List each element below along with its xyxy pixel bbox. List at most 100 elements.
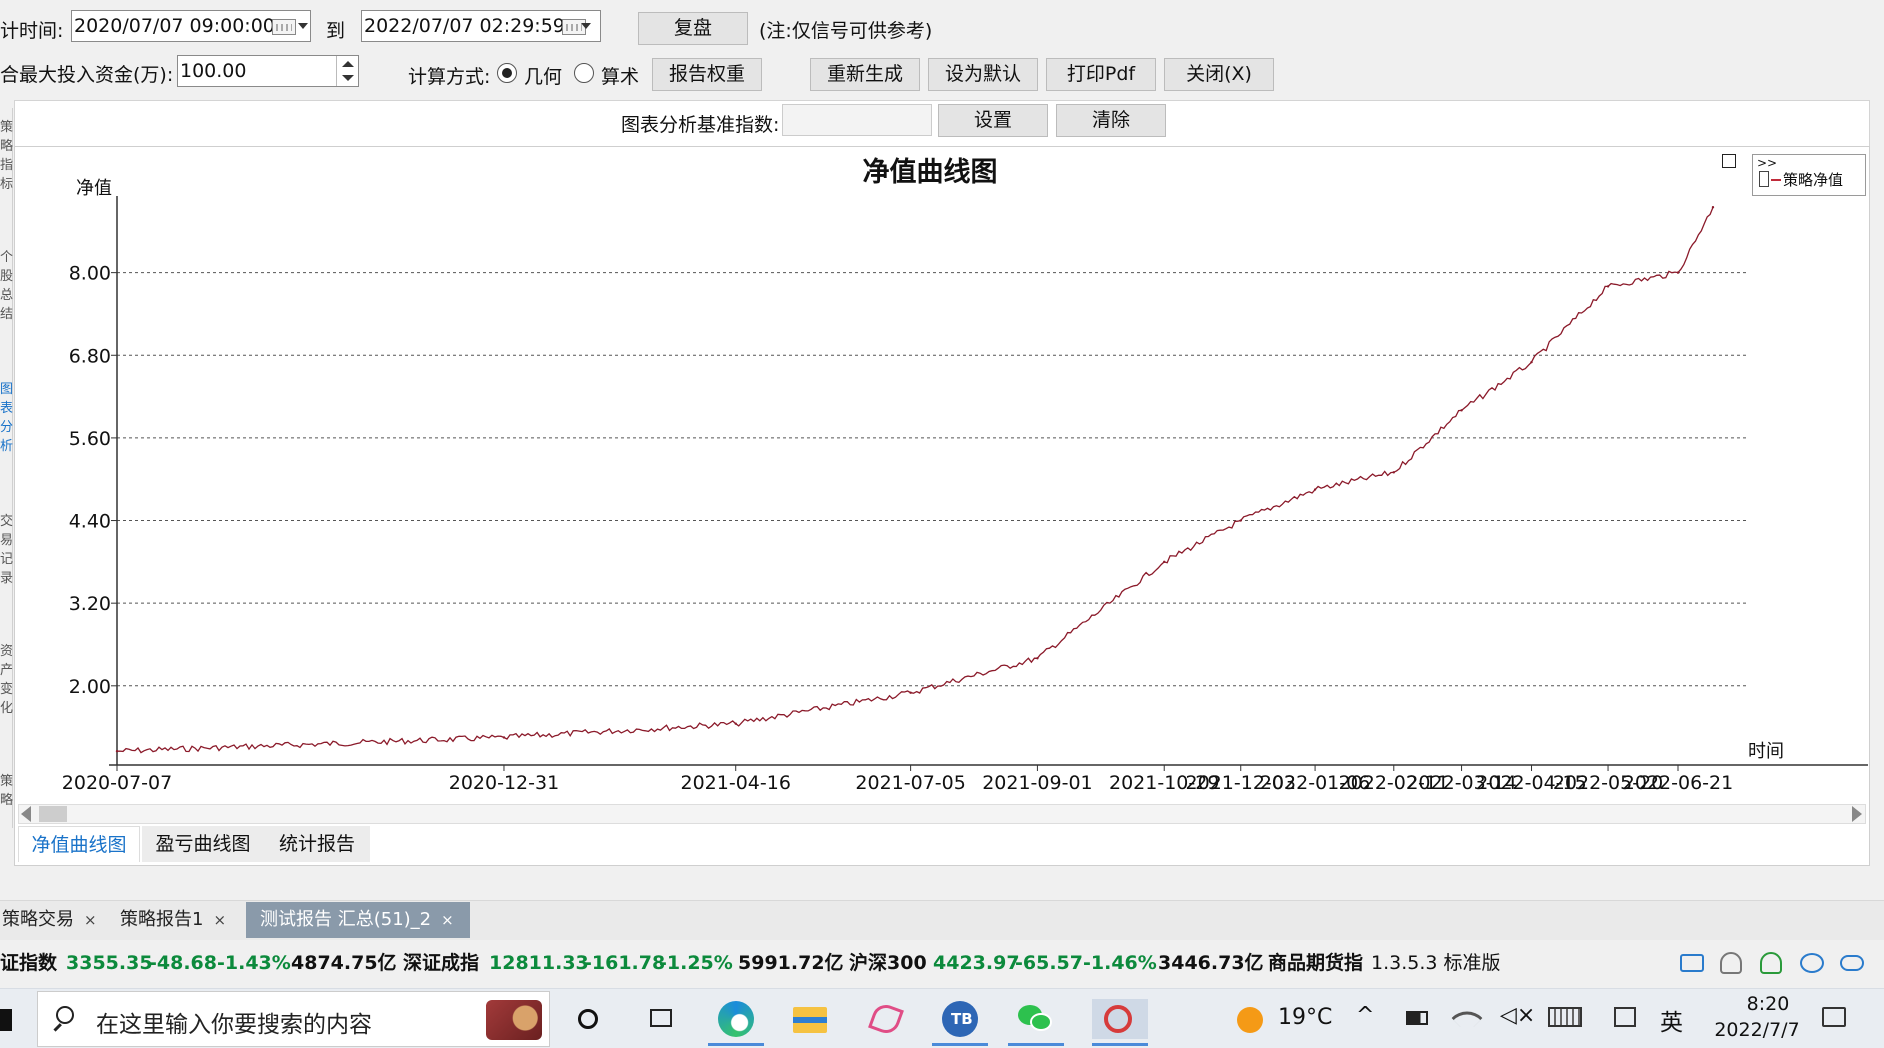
- close-icon[interactable]: ×: [441, 911, 454, 929]
- strategy-app-icon[interactable]: [1092, 999, 1148, 1039]
- ticker-amount: 4874.75亿: [291, 952, 397, 974]
- user-alert-icon[interactable]: [1720, 952, 1742, 974]
- close-button[interactable]: 关闭(X): [1164, 58, 1274, 91]
- version-text: 1.3.5.3 标准版: [1371, 952, 1501, 974]
- calendar-icon[interactable]: [272, 19, 296, 35]
- stepper-up-icon[interactable]: [342, 61, 354, 67]
- bottom-tab-strategy-report[interactable]: 策略报告1 ×: [118, 902, 242, 938]
- sidebar-item-strategy[interactable]: 策略: [0, 772, 13, 810]
- radio-arithmetic-label[interactable]: 算术: [601, 62, 639, 89]
- radio-arithmetic[interactable]: [574, 63, 594, 83]
- tab-net-value-chart[interactable]: 净值曲线图: [18, 826, 140, 862]
- ticker-name: 证指数: [0, 952, 58, 974]
- set-button[interactable]: 设置: [938, 104, 1048, 137]
- replay-button[interactable]: 复盘: [638, 12, 748, 45]
- search-icon: [56, 1006, 74, 1024]
- chevron-up-icon[interactable]: ^: [1356, 1003, 1374, 1028]
- chart-panel: [14, 146, 1870, 866]
- start-time-value: 2020/07/07 09:00:00: [74, 15, 275, 37]
- sidebar-item-chart-analysis[interactable]: 图表分析: [0, 380, 13, 456]
- task-view-icon[interactable]: [642, 999, 682, 1039]
- max-capital-input[interactable]: 100.00: [177, 55, 359, 87]
- maximize-chart-icon[interactable]: [1722, 154, 1736, 168]
- weather-sun-icon[interactable]: [1237, 1007, 1263, 1033]
- app-pinwheel-icon[interactable]: [866, 999, 906, 1039]
- volume-muted-icon[interactable]: ◁×: [1500, 1003, 1535, 1028]
- cortana-icon[interactable]: [568, 999, 608, 1039]
- to-label: 到: [326, 20, 346, 42]
- sidebar-item-stock-summary[interactable]: 个股总结: [0, 248, 13, 324]
- end-time-value: 2022/07/07 02:29:59: [364, 15, 565, 37]
- left-vertical-sidebar: 策略指标 个股总结 图表分析 交易记录 资产变化 策略: [0, 108, 13, 828]
- benchmark-label: 图表分析基准指数:: [621, 114, 780, 136]
- taskbar-search-box[interactable]: 在这里输入你要搜索的内容: [37, 991, 550, 1047]
- legend-series-line-icon: [1771, 179, 1781, 181]
- max-capital-value: 100.00: [180, 60, 247, 82]
- keyboard-icon[interactable]: [1548, 1007, 1582, 1027]
- legend-checkbox-icon[interactable]: [1759, 171, 1769, 187]
- ticker-price: 12811.33: [489, 952, 589, 974]
- search-icon-handle: [53, 1023, 62, 1032]
- edge-icon[interactable]: [716, 999, 756, 1039]
- scroll-left-icon[interactable]: [21, 806, 31, 822]
- cloud-icon[interactable]: [1840, 955, 1864, 971]
- strategy-app-indicator: [1092, 1043, 1148, 1046]
- note-text: (注:仅信号可供参考): [759, 20, 933, 42]
- battery-icon[interactable]: [1406, 1011, 1428, 1025]
- weather-temp[interactable]: 19°C: [1278, 1005, 1332, 1030]
- tablet-icon[interactable]: [1614, 1007, 1636, 1027]
- clear-button[interactable]: 清除: [1056, 104, 1166, 137]
- chevron-down-icon[interactable]: [298, 23, 308, 29]
- ticker-pct: -1.46%: [1083, 952, 1157, 974]
- start-icon[interactable]: [0, 1009, 12, 1031]
- capital-stepper[interactable]: [336, 56, 358, 86]
- chart-scrollbar[interactable]: [18, 804, 1866, 824]
- trading-app-icon[interactable]: TB: [940, 999, 980, 1039]
- stepper-down-icon[interactable]: [342, 75, 354, 81]
- benchmark-input[interactable]: [782, 104, 932, 136]
- report-weight-button[interactable]: 报告权重: [652, 58, 762, 91]
- news-icon[interactable]: [1680, 954, 1704, 972]
- ticker-change: -65.57: [1015, 952, 1083, 974]
- legend-expand-icon[interactable]: >>: [1757, 157, 1777, 169]
- user-add-icon[interactable]: [1760, 952, 1782, 974]
- bottom-tab-test-report[interactable]: 测试报告 汇总(51)_2 ×: [246, 902, 470, 938]
- windows-taskbar: 在这里输入你要搜索的内容 TB 19°C ^ ◁× 英 8:20 2022/7/…: [0, 988, 1884, 1048]
- ticker-pct: -1.43%: [217, 952, 291, 974]
- wifi-icon[interactable]: [1451, 1002, 1483, 1034]
- close-icon[interactable]: ×: [84, 911, 97, 929]
- clock-time[interactable]: 8:20: [1728, 993, 1808, 1015]
- radio-geometric-label[interactable]: 几何: [524, 62, 562, 89]
- chevron-down-icon[interactable]: [581, 23, 591, 29]
- ticker-price: 3355.35: [66, 952, 153, 974]
- chart-legend: >> 策略净值: [1752, 154, 1866, 196]
- file-explorer-icon[interactable]: [790, 999, 830, 1039]
- scroll-thumb[interactable]: [39, 806, 67, 822]
- sidebar-item-trade-record[interactable]: 交易记录: [0, 512, 13, 588]
- ime-indicator[interactable]: 英: [1660, 1003, 1683, 1037]
- ticker-amount: 5991.72亿: [738, 952, 844, 974]
- sidebar-item-asset-change[interactable]: 资产变化: [0, 642, 13, 718]
- sidebar-item-strategy-index[interactable]: 策略指标: [0, 118, 13, 194]
- print-pdf-button[interactable]: 打印Pdf: [1046, 58, 1156, 91]
- clock-date[interactable]: 2022/7/7: [1702, 1019, 1812, 1041]
- market-ticker: 证指数 3355.35 -48.68 -1.43% 4874.75亿 深证成指 …: [0, 946, 1884, 980]
- radio-geometric[interactable]: [497, 63, 517, 83]
- scroll-right-icon[interactable]: [1852, 806, 1862, 822]
- bottom-tab-strategy-trade[interactable]: 策略交易 ×: [0, 902, 108, 938]
- regenerate-button[interactable]: 重新生成: [810, 58, 920, 91]
- tab-statistics-report[interactable]: 统计报告: [264, 826, 370, 862]
- wechat-icon[interactable]: [1016, 999, 1056, 1039]
- end-time-field[interactable]: 2022/07/07 02:29:59: [361, 10, 601, 42]
- tab-pnl-chart[interactable]: 盈亏曲线图: [142, 826, 264, 862]
- bottom-tab-label: 测试报告 汇总(51)_2: [260, 909, 432, 930]
- start-time-field[interactable]: 2020/07/07 09:00:00: [71, 10, 311, 42]
- close-icon[interactable]: ×: [213, 911, 226, 929]
- search-highlight-image: [486, 1000, 542, 1040]
- notification-icon[interactable]: [1822, 1007, 1846, 1027]
- chat-icon[interactable]: [1800, 953, 1824, 973]
- ticker-change: -48.68: [149, 952, 217, 974]
- wechat-indicator: [1008, 1043, 1064, 1046]
- search-placeholder: 在这里输入你要搜索的内容: [96, 1012, 372, 1038]
- set-default-button[interactable]: 设为默认: [928, 58, 1038, 91]
